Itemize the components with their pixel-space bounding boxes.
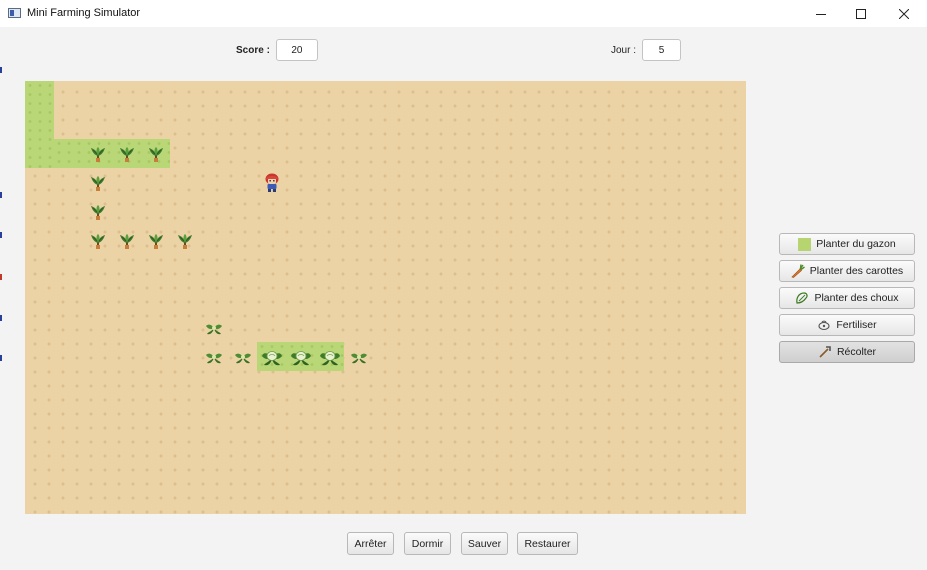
plant-carrots-label: Planter des carottes bbox=[809, 265, 904, 277]
plant-cabbages-label: Planter des choux bbox=[814, 292, 899, 304]
title-bar: Mini Farming Simulator bbox=[0, 0, 927, 27]
day-field[interactable]: 5 bbox=[642, 39, 682, 61]
harvest-label: Récolter bbox=[836, 346, 877, 358]
plant-cabbages-button[interactable]: Planter des choux bbox=[779, 287, 915, 309]
close-button[interactable] bbox=[881, 0, 926, 27]
carrot-plant-icon[interactable] bbox=[118, 145, 136, 163]
restore-button[interactable]: Restaurer bbox=[517, 532, 578, 555]
grass-square-icon bbox=[798, 237, 812, 251]
fertilize-label: Fertiliser bbox=[836, 319, 877, 331]
stop-button[interactable]: Arrêter bbox=[347, 532, 394, 555]
day-label: Jour : bbox=[611, 44, 637, 56]
carrot-plant-icon[interactable] bbox=[89, 203, 107, 221]
close-icon bbox=[898, 8, 909, 19]
plant-grass-button[interactable]: Planter du gazon bbox=[779, 233, 915, 255]
score-label: Score : bbox=[236, 44, 270, 56]
cabbage-sprout-icon[interactable] bbox=[350, 348, 368, 366]
plant-carrots-button[interactable]: Planter des carottes bbox=[779, 260, 915, 282]
save-button[interactable]: Sauver bbox=[461, 532, 508, 555]
farm-map[interactable] bbox=[25, 81, 746, 514]
minimize-button[interactable] bbox=[798, 0, 843, 27]
carrot-plant-icon[interactable] bbox=[147, 145, 165, 163]
farmer-character-icon bbox=[264, 173, 280, 193]
carrot-plant-icon[interactable] bbox=[147, 232, 165, 250]
day-group: Jour : 5 bbox=[611, 39, 682, 61]
carrot-plant-icon[interactable] bbox=[89, 232, 107, 250]
app-window-icon bbox=[8, 8, 21, 18]
grass-patch[interactable] bbox=[25, 81, 54, 168]
cabbage-sprout-icon[interactable] bbox=[205, 319, 223, 337]
carrot-plant-icon[interactable] bbox=[89, 174, 107, 192]
sleep-button[interactable]: Dormir bbox=[404, 532, 451, 555]
minimize-icon bbox=[815, 13, 826, 15]
cabbage-ripe-icon[interactable] bbox=[319, 346, 341, 368]
harvest-button[interactable]: Récolter bbox=[779, 341, 915, 363]
left-edge-artifacts bbox=[0, 27, 3, 570]
carrot-icon bbox=[791, 264, 805, 278]
plant-grass-label: Planter du gazon bbox=[816, 238, 896, 250]
fertilize-button[interactable]: Fertiliser bbox=[779, 314, 915, 336]
fertilizer-icon bbox=[817, 319, 831, 331]
hoe-icon bbox=[818, 345, 832, 359]
maximize-button[interactable] bbox=[838, 0, 883, 27]
carrot-plant-icon[interactable] bbox=[89, 145, 107, 163]
score-group: Score : 20 bbox=[236, 39, 318, 61]
maximize-icon bbox=[855, 8, 866, 19]
carrot-plant-icon[interactable] bbox=[118, 232, 136, 250]
cabbage-sprout-icon[interactable] bbox=[234, 348, 252, 366]
cabbage-sprout-icon[interactable] bbox=[205, 348, 223, 366]
cabbage-ripe-icon[interactable] bbox=[261, 346, 283, 368]
score-field[interactable]: 20 bbox=[275, 39, 318, 61]
window-title: Mini Farming Simulator bbox=[27, 7, 141, 19]
cabbage-ripe-icon[interactable] bbox=[290, 346, 312, 368]
cabbage-icon bbox=[795, 291, 809, 305]
carrot-plant-icon[interactable] bbox=[176, 232, 194, 250]
